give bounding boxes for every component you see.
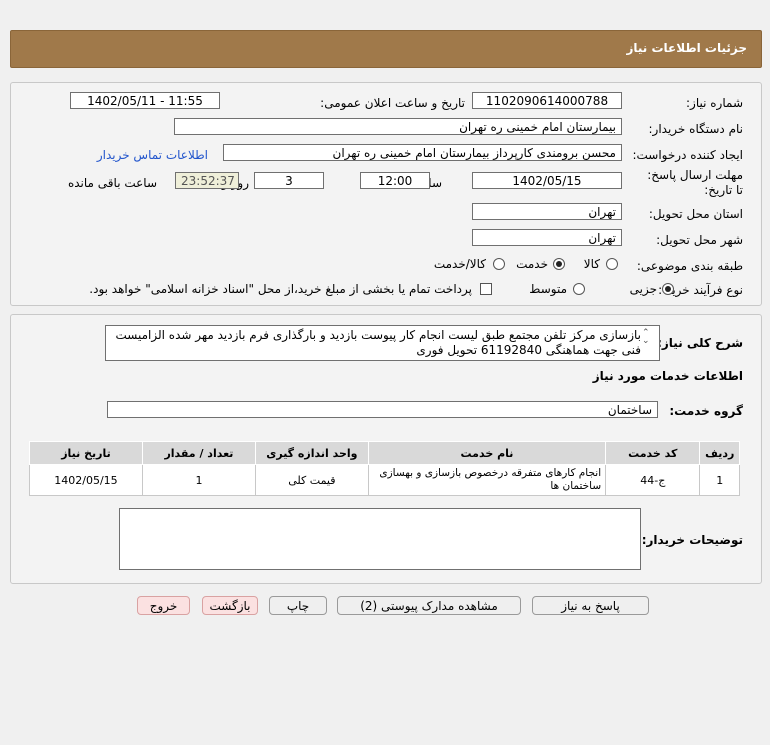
- cell-date: 1402/05/15: [29, 464, 143, 496]
- resize-handle-icon[interactable]: ⌃ ⌄: [642, 329, 650, 346]
- col-row-header: ردیف: [699, 441, 740, 465]
- remaining-time-label: ساعت باقی مانده: [67, 176, 157, 190]
- treasury-payment-note: پرداخت تمام یا بخشی از مبلغ خرید،از محل …: [89, 282, 472, 296]
- category-option-service: خدمت: [516, 257, 548, 271]
- process-radio-minor[interactable]: [662, 283, 674, 295]
- announce-datetime-field: 1402/05/11 - 11:55: [70, 92, 220, 109]
- days-remaining-field: 3: [254, 172, 324, 189]
- category-option-goods-service: کالا/خدمت: [433, 257, 486, 271]
- category-option-goods: کالا: [583, 257, 600, 271]
- category-radio-goods-service[interactable]: [493, 258, 505, 270]
- buyer-org-label: نام دستگاه خریدار:: [648, 122, 744, 136]
- description-label: شرح کلی نیاز:: [657, 336, 743, 350]
- need-number-label: شماره نیاز:: [686, 96, 743, 110]
- table-row: 1 ج-44 انجام کارهای متفرقه درخصوص بازساز…: [29, 464, 740, 496]
- col-name-header: نام خدمت: [367, 441, 607, 465]
- city-field: تهران: [472, 229, 622, 246]
- remaining-time-field: 23:52:37: [175, 172, 239, 189]
- cell-qty: 1: [141, 464, 256, 496]
- service-group-field: ساختمان: [107, 401, 658, 418]
- cell-unit: قیمت کلی: [254, 464, 369, 496]
- cell-row: 1: [699, 464, 740, 496]
- deadline-time-field: 12:00: [360, 172, 430, 189]
- services-section-title: اطلاعات خدمات مورد نیاز: [592, 369, 743, 383]
- contact-buyer-link[interactable]: اطلاعات تماس خریدار: [97, 148, 208, 162]
- col-code-header: کد خدمت: [605, 441, 701, 465]
- province-field: تهران: [472, 203, 622, 220]
- city-label: شهر محل تحویل:: [656, 233, 743, 247]
- cell-name: انجام کارهای متفرقه درخصوص بازسازی و بهس…: [367, 464, 607, 496]
- need-number-field: 1102090614000788: [472, 92, 622, 109]
- announce-datetime-label: تاریخ و ساعت اعلان عمومی:: [320, 96, 465, 110]
- buyer-notes-field: [119, 508, 641, 570]
- page-header: جزئیات اطلاعات نیاز: [10, 30, 762, 68]
- description-field: بازسازی مرکز تلفن مجتمع طبق لیست انجام ک…: [105, 325, 660, 361]
- services-table-header: ردیف کد خدمت نام خدمت واحد اندازه گیری ت…: [29, 441, 740, 465]
- requester-label: ایجاد کننده درخواست:: [632, 148, 743, 162]
- description-text: بازسازی مرکز تلفن مجتمع طبق لیست انجام ک…: [115, 328, 641, 357]
- category-radio-service[interactable]: [553, 258, 565, 270]
- process-option-minor: جزیی: [629, 282, 657, 296]
- view-attachments-button[interactable]: مشاهده مدارک پیوستی (2): [337, 596, 521, 615]
- category-radio-goods[interactable]: [606, 258, 618, 270]
- treasury-payment-checkbox[interactable]: [480, 283, 492, 295]
- exit-button[interactable]: خروج: [137, 596, 190, 615]
- print-button[interactable]: چاپ: [269, 596, 327, 615]
- process-option-medium: متوسط: [529, 282, 567, 296]
- buyer-org-field: بیمارستان امام خمینی ره تهران: [174, 118, 622, 135]
- page-title: جزئیات اطلاعات نیاز: [626, 41, 747, 55]
- process-radio-medium[interactable]: [573, 283, 585, 295]
- cell-code: ج-44: [605, 464, 701, 496]
- deadline-date-field: 1402/05/15: [472, 172, 622, 189]
- deadline-label: مهلت ارسال پاسخ: تا تاریخ:: [647, 168, 743, 197]
- back-button[interactable]: بازگشت: [202, 596, 258, 615]
- buyer-notes-label: توضیحات خریدار:: [641, 533, 743, 547]
- col-unit-header: واحد اندازه گیری: [254, 441, 369, 465]
- requester-field: محسن برومندی کارپرداز بیمارستان امام خمی…: [223, 144, 622, 161]
- category-label: طبقه بندی موضوعی:: [636, 259, 743, 273]
- service-group-label: گروه خدمت:: [669, 404, 743, 418]
- reply-button[interactable]: پاسخ به نیاز: [532, 596, 649, 615]
- col-date-header: تاریخ نیاز: [29, 441, 143, 465]
- services-table: ردیف کد خدمت نام خدمت واحد اندازه گیری ت…: [29, 441, 740, 496]
- province-label: استان محل تحویل:: [648, 207, 743, 221]
- col-qty-header: تعداد / مقدار: [141, 441, 256, 465]
